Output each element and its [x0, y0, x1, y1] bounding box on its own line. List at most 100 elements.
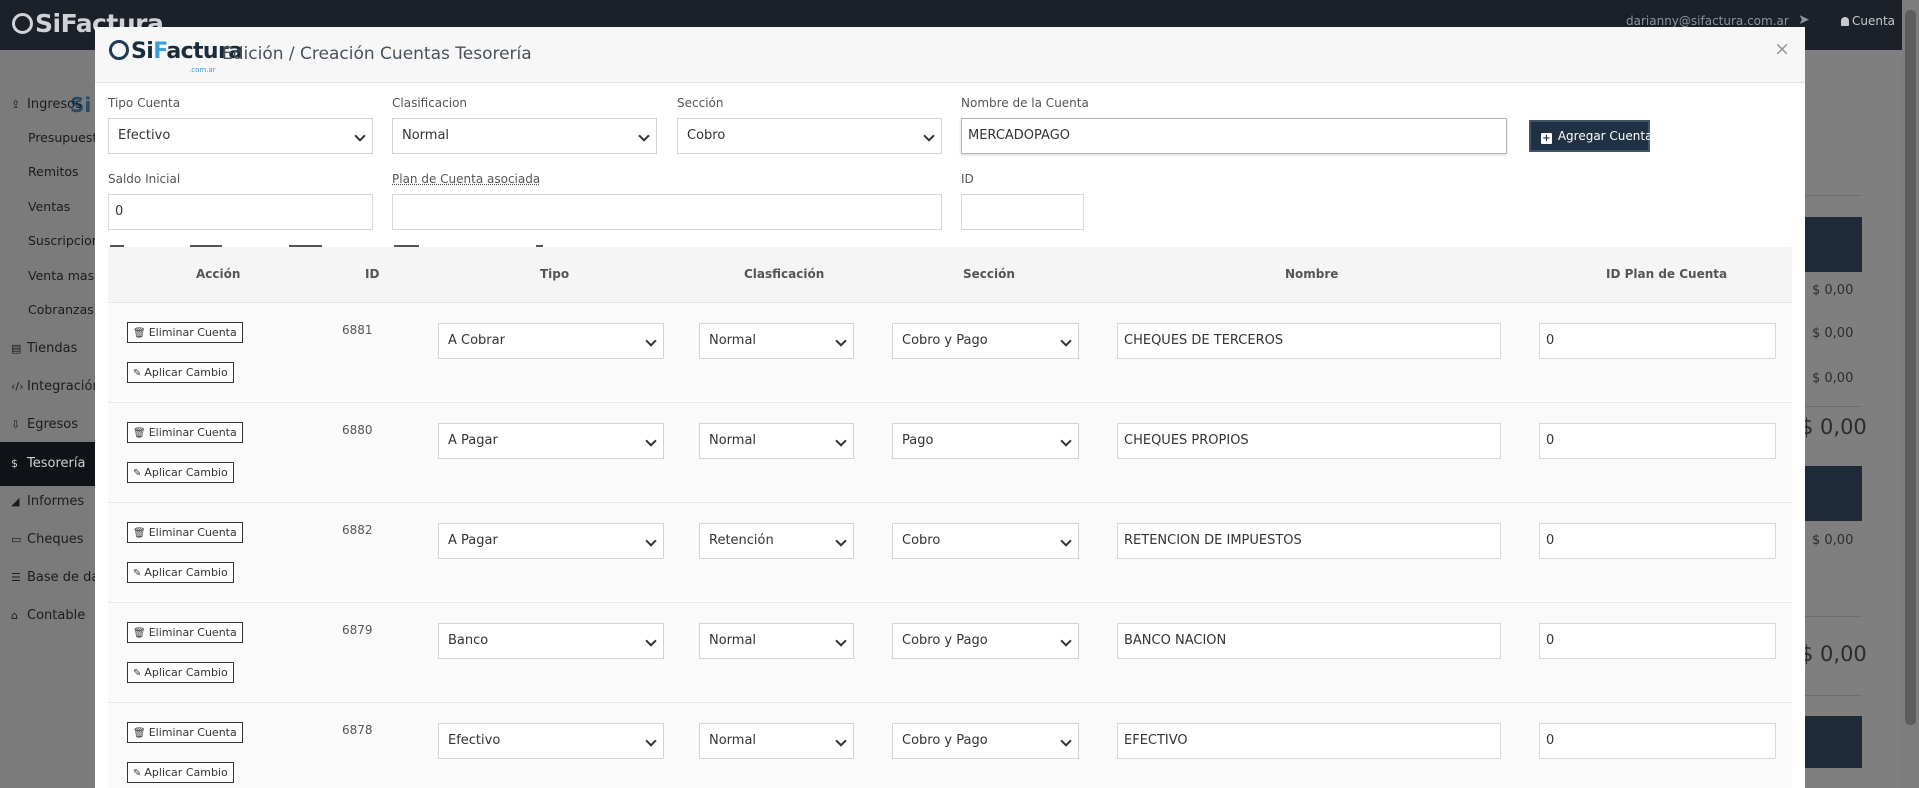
background-divider [1805, 406, 1862, 407]
sidebar-item-label: Remitos [28, 164, 79, 179]
table-row: 🗑 Eliminar Cuenta ✎ Aplicar Cambio 6880 A Pag… [108, 403, 1792, 503]
row-clasificacion-select[interactable]: Normal [699, 423, 854, 459]
saldo-inicial-label: Saldo Inicial [108, 172, 181, 186]
row-plan-input[interactable]: 0 [1539, 323, 1776, 359]
saldo-inicial-input[interactable]: 0 [108, 194, 373, 230]
row-id: 6881 [342, 323, 373, 337]
clasificacion-select[interactable]: Normal [392, 118, 657, 154]
sidebar-item[interactable]: Cobranzas [0, 288, 95, 332]
chevron-down-icon [835, 735, 847, 747]
row-nombre-input[interactable]: BANCO NACION [1117, 623, 1501, 659]
seccion-select[interactable]: Cobro [677, 118, 942, 154]
pencil-icon: ✎ [133, 668, 142, 679]
nombre-cuenta-input[interactable]: MERCADOPAGO [961, 118, 1507, 154]
sidebar-item-label: Ingresos [27, 97, 82, 112]
clasificacion-label: Clasificacion [392, 96, 468, 110]
row-id: 6880 [342, 423, 373, 437]
nombre-cuenta-label: Nombre de la Cuenta [961, 96, 1089, 110]
plan-cuenta-input[interactable] [392, 194, 942, 230]
row-seccion-select[interactable]: Cobro y Pago [892, 623, 1079, 659]
col-id: ID [365, 267, 380, 281]
pencil-icon: ✎ [133, 368, 142, 379]
row-tipo-select[interactable]: A Cobrar [438, 323, 664, 359]
background-panel [1805, 466, 1862, 521]
chevron-down-icon [835, 535, 847, 547]
row-tipo-select[interactable]: A Pagar [438, 423, 664, 459]
chevron-down-icon [1060, 435, 1072, 447]
row-clasificacion-select[interactable]: Normal [699, 323, 854, 359]
table-row: 🗑 Eliminar Cuenta ✎ Aplicar Cambio 6879 Banco… [108, 603, 1792, 703]
sidebar-item-label: Integración [27, 379, 95, 394]
sidebar-item-label: Ventas [28, 199, 71, 214]
col-seccion: Sección [963, 267, 1015, 281]
row-clasificacion-select[interactable]: Normal [699, 723, 854, 759]
apply-change-button[interactable]: ✎ Aplicar Cambio [127, 462, 234, 483]
background-divider [1805, 616, 1862, 617]
row-clasificacion-select[interactable]: Normal [699, 623, 854, 659]
seccion-label: Sección [677, 96, 724, 110]
trash-icon: 🗑 [133, 728, 146, 739]
pencil-icon: ✎ [133, 568, 142, 579]
apply-change-button[interactable]: ✎ Aplicar Cambio [127, 362, 234, 383]
row-plan-input[interactable]: 0 [1539, 623, 1776, 659]
page-scrollbar[interactable] [1902, 0, 1919, 788]
delete-account-button[interactable]: 🗑 Eliminar Cuenta [127, 322, 243, 343]
user-email[interactable]: darianny@sifactura.com.ar [1626, 14, 1789, 28]
row-nombre-input[interactable]: RETENCION DE IMPUESTOS [1117, 523, 1501, 559]
chevron-down-icon [1060, 535, 1072, 547]
background-amount: $ 0,00 [1812, 533, 1854, 548]
table-row: 🗑 Eliminar Cuenta ✎ Aplicar Cambio 6881 A Cob… [108, 303, 1792, 403]
accounts-table: Acción ID Tipo Clasficación Sección Nomb… [108, 245, 1792, 788]
row-nombre-input[interactable]: EFECTIVO [1117, 723, 1501, 759]
apply-change-button[interactable]: ✎ Aplicar Cambio [127, 662, 234, 683]
delete-account-button[interactable]: 🗑 Eliminar Cuenta [127, 722, 243, 743]
background-divider [1805, 195, 1862, 196]
chevron-down-icon [1060, 635, 1072, 647]
row-seccion-select[interactable]: Cobro y Pago [892, 723, 1079, 759]
trash-icon: 🗑 [133, 328, 146, 339]
row-seccion-select[interactable]: Cobro y Pago [892, 323, 1079, 359]
row-tipo-select[interactable]: A Pagar [438, 523, 664, 559]
background-amount: $ 0,00 [1812, 283, 1854, 298]
row-seccion-select[interactable]: Cobro [892, 523, 1079, 559]
sidebar-item[interactable]: ⌂ Contable [0, 594, 95, 638]
chevron-down-icon [645, 335, 657, 347]
account-menu[interactable]: Cuenta [1841, 14, 1895, 28]
apply-change-button[interactable]: ✎ Aplicar Cambio [127, 562, 234, 583]
delete-account-button[interactable]: 🗑 Eliminar Cuenta [127, 522, 243, 543]
sidebar-item-label: Cheques [27, 532, 84, 547]
scrollbar-thumb[interactable] [1905, 10, 1916, 725]
chevron-down-icon [645, 535, 657, 547]
send-icon[interactable]: ➤ [1798, 12, 1810, 28]
row-plan-input[interactable]: 0 [1539, 523, 1776, 559]
tipo-cuenta-select[interactable]: Efectivo [108, 118, 373, 154]
sidebar-item-label: Suscripciones [28, 233, 95, 248]
trash-icon: 🗑 [133, 628, 146, 639]
table-row: 🗑 Eliminar Cuenta ✎ Aplicar Cambio 6878 Efect… [108, 703, 1792, 788]
row-seccion-select[interactable]: Pago [892, 423, 1079, 459]
table-row: 🗑 Eliminar Cuenta ✎ Aplicar Cambio 6882 A Pag… [108, 503, 1792, 603]
row-plan-input[interactable]: 0 [1539, 423, 1776, 459]
delete-account-button[interactable]: 🗑 Eliminar Cuenta [127, 622, 243, 643]
add-account-button[interactable]: + Agregar Cuenta [1529, 120, 1652, 152]
sidebar-item-label: Informes [27, 494, 85, 509]
user-icon [1841, 17, 1849, 26]
apply-change-button[interactable]: ✎ Aplicar Cambio [127, 762, 234, 783]
close-icon[interactable]: × [1774, 38, 1790, 60]
sidebar-item[interactable]: ⇩ Egresos [0, 403, 95, 447]
plan-cuenta-label[interactable]: Plan de Cuenta asociada [392, 172, 540, 186]
table-header: Acción ID Tipo Clasficación Sección Nomb… [108, 245, 1792, 303]
row-nombre-input[interactable]: CHEQUES DE TERCEROS [1117, 323, 1501, 359]
download-icon: ⇩ [11, 418, 21, 431]
row-tipo-select[interactable]: Banco [438, 623, 664, 659]
col-id-plan: ID Plan de Cuenta [1606, 267, 1728, 281]
row-clasificacion-select[interactable]: Retención [699, 523, 854, 559]
background-panel [1805, 716, 1862, 768]
id-input[interactable] [961, 194, 1084, 230]
sidebar-item-label: Tiendas [27, 341, 78, 356]
sidebar-item-label: Base de datos [27, 570, 95, 585]
row-tipo-select[interactable]: Efectivo [438, 723, 664, 759]
row-nombre-input[interactable]: CHEQUES PROPIOS [1117, 423, 1501, 459]
row-plan-input[interactable]: 0 [1539, 723, 1776, 759]
delete-account-button[interactable]: 🗑 Eliminar Cuenta [127, 422, 243, 443]
